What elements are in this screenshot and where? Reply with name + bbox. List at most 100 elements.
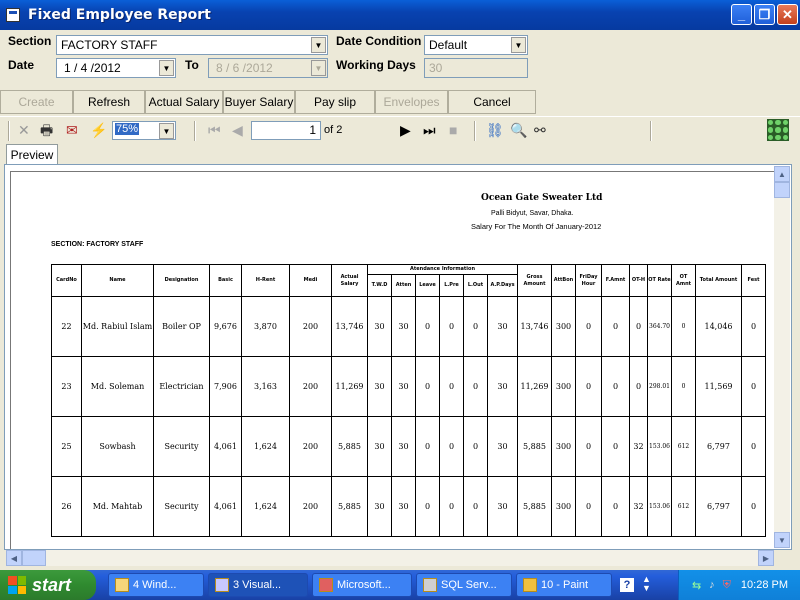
- start-label: start: [32, 574, 72, 595]
- date-condition-dropdown[interactable]: Default ▼: [424, 35, 528, 55]
- to-label: To: [185, 58, 199, 72]
- toolbar-separator: [194, 121, 196, 141]
- taskbar-scroll-icon[interactable]: ▲ ▼: [642, 575, 651, 593]
- page-number-input[interactable]: 1: [251, 121, 321, 140]
- cell-famnt: 0: [601, 356, 630, 417]
- create-button[interactable]: Create: [0, 90, 73, 114]
- cancel-button[interactable]: Cancel: [448, 90, 536, 114]
- salary-table-body: 22 Md. Rabiul Islam Boiler OP 9,676 3,870 200…: [51, 296, 766, 537]
- actual-salary-button[interactable]: Actual Salary: [145, 90, 223, 114]
- print-icon[interactable]: 🖶: [40, 123, 53, 137]
- group-tree-icon[interactable]: ⛓: [486, 123, 504, 137]
- cell-fridayhr: 0: [575, 416, 602, 477]
- scroll-right-icon[interactable]: ▶: [758, 550, 774, 566]
- next-page-icon[interactable]: ▶: [400, 123, 411, 137]
- start-button[interactable]: start: [0, 570, 96, 600]
- title-bar[interactable]: Fixed Employee Report _ ❐ ✕: [0, 0, 800, 30]
- app-icon[interactable]: [6, 8, 20, 22]
- scroll-up-icon[interactable]: ▲: [774, 166, 790, 182]
- cell-atten: 30: [391, 416, 416, 477]
- date-to-picker: 8 / 6 /2012 ▼: [208, 58, 328, 78]
- cell-apdays: 30: [487, 296, 518, 357]
- binoculars-icon[interactable]: ⚯: [534, 123, 546, 137]
- task-item[interactable]: SQL Serv...: [416, 573, 512, 597]
- date-condition-label: Date Condition: [336, 34, 422, 48]
- refresh-button[interactable]: Refresh: [73, 90, 145, 114]
- header-basic: Basic: [209, 264, 242, 297]
- help-icon[interactable]: ?: [620, 578, 634, 592]
- action-buttons: Create Refresh Actual Salary Buyer Salar…: [0, 90, 536, 114]
- chevron-down-icon[interactable]: ▼: [159, 123, 174, 139]
- search-text-icon[interactable]: 🔍: [510, 123, 527, 137]
- cell-total: 14,046: [695, 296, 742, 357]
- zoom-dropdown[interactable]: 75% ▼: [112, 121, 176, 140]
- cell-attbon: 300: [551, 356, 576, 417]
- tab-preview[interactable]: Preview: [6, 144, 58, 164]
- chevron-down-icon[interactable]: ▼: [511, 37, 526, 53]
- export-icon[interactable]: ✉: [66, 123, 78, 137]
- task-item[interactable]: Microsoft...: [312, 573, 412, 597]
- header-ot-rate: OT Rate: [647, 264, 672, 297]
- report-viewport[interactable]: Ocean Gate Sweater Ltd Palli Bidyut, Sav…: [4, 164, 792, 550]
- cell-actual: 11,269: [331, 356, 368, 417]
- volume-icon[interactable]: ♪: [709, 579, 715, 591]
- first-page-icon[interactable]: ⏮: [208, 123, 221, 137]
- cell-hrent: 3,870: [241, 296, 290, 357]
- chevron-down-icon[interactable]: ▼: [311, 37, 326, 53]
- cell-lpre: 0: [439, 296, 464, 357]
- header-hrent: H-Rent: [241, 264, 290, 297]
- horizontal-scrollbar[interactable]: ◀ ▶: [6, 550, 774, 566]
- scroll-left-icon[interactable]: ◀: [6, 550, 22, 566]
- cell-card: 22: [51, 296, 82, 357]
- header-medi: Medi: [289, 264, 332, 297]
- envelopes-button[interactable]: Envelopes: [375, 90, 448, 114]
- security-shield-icon[interactable]: ⛨: [723, 579, 731, 592]
- cell-name: Md. Rabiul Islam: [81, 296, 154, 357]
- close-view-icon[interactable]: ✕: [18, 123, 30, 137]
- refresh-lightning-icon[interactable]: ⚡: [90, 123, 107, 137]
- stop-icon[interactable]: ■: [449, 123, 457, 137]
- date-to-value: 8 / 6 /2012: [216, 61, 273, 75]
- section-dropdown[interactable]: FACTORY STAFF ▼: [56, 35, 328, 55]
- table-row: 22 Md. Rabiul Islam Boiler OP 9,676 3,870 200…: [51, 296, 766, 357]
- horizontal-scroll-thumb[interactable]: [22, 550, 46, 566]
- cell-lout: 0: [463, 416, 488, 477]
- cell-designation: Electrician: [153, 356, 210, 417]
- scroll-down-icon[interactable]: ▼: [774, 532, 790, 548]
- task-label: Microsoft...: [337, 579, 391, 591]
- system-tray: ⇆ ♪ ⛨ 10:28 PM: [678, 570, 800, 600]
- task-item[interactable]: 3 Visual...: [208, 573, 308, 597]
- cell-gross: 5,885: [517, 476, 552, 537]
- pay-slip-button[interactable]: Pay slip: [295, 90, 375, 114]
- cell-total: 11,569: [695, 356, 742, 417]
- header-atten: Atten: [391, 274, 416, 297]
- vertical-scrollbar[interactable]: ▲ ▼: [774, 166, 790, 548]
- header-ot-amnt: OT Amnt: [671, 264, 696, 297]
- last-page-icon[interactable]: ⏭: [423, 123, 436, 137]
- buyer-salary-button[interactable]: Buyer Salary: [223, 90, 295, 114]
- cell-atten: 30: [391, 296, 416, 357]
- salary-table: CardNo Name Designation Basic H-Rent Med…: [51, 264, 766, 537]
- cell-medi: 200: [289, 416, 332, 477]
- toolbar-separator: [8, 121, 10, 141]
- minimize-button[interactable]: _: [731, 4, 752, 25]
- date-from-picker[interactable]: 1 / 4 /2012 ▼: [56, 58, 176, 78]
- crystal-logo-icon: [767, 119, 789, 141]
- network-icon[interactable]: ⇆: [692, 579, 701, 592]
- cell-attbon: 300: [551, 296, 576, 357]
- task-item[interactable]: 4 Wind...: [108, 573, 204, 597]
- cell-designation: Security: [153, 416, 210, 477]
- header-gross-amount: Gross Amount: [517, 264, 552, 297]
- cell-otrate: 153.06: [647, 416, 672, 477]
- cell-hrent: 1,624: [241, 476, 290, 537]
- close-button[interactable]: ✕: [777, 4, 798, 25]
- cell-apdays: 30: [487, 476, 518, 537]
- previous-page-icon[interactable]: ◀: [232, 123, 243, 137]
- toolbar-separator: [650, 121, 652, 141]
- restore-button[interactable]: ❐: [754, 4, 775, 25]
- vertical-scroll-thumb[interactable]: [774, 182, 790, 198]
- cell-twd: 30: [367, 476, 392, 537]
- task-item[interactable]: 10 - Paint: [516, 573, 612, 597]
- cell-medi: 200: [289, 296, 332, 357]
- calendar-dropdown-icon[interactable]: ▼: [159, 60, 174, 76]
